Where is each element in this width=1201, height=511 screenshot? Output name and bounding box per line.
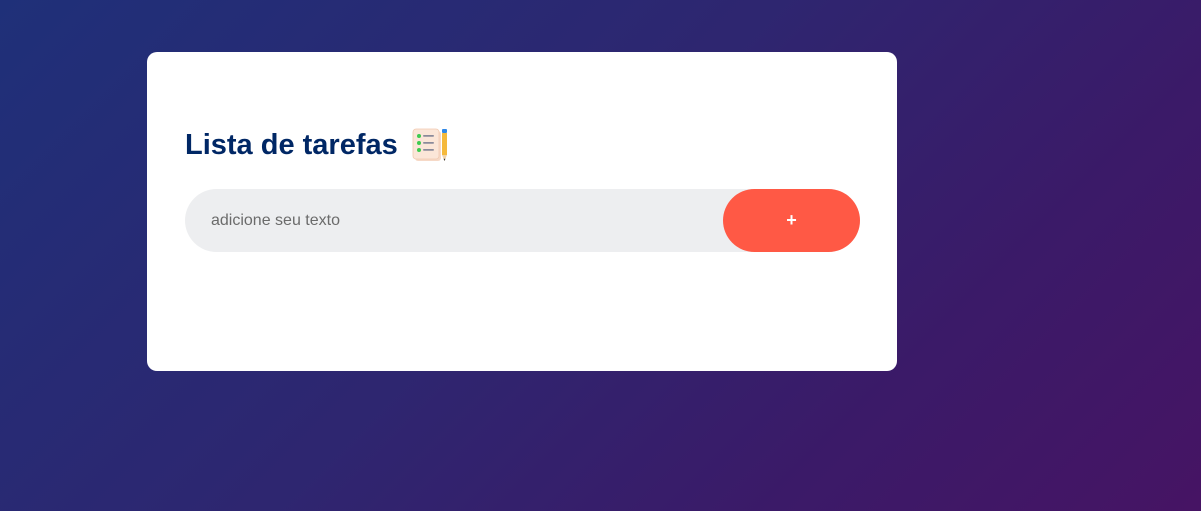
- notepad-checklist-pencil-icon: [412, 128, 447, 161]
- task-input[interactable]: [211, 189, 711, 252]
- title-row: Lista de tarefas: [185, 126, 450, 164]
- todo-card: Lista de tarefas +: [147, 52, 897, 371]
- page-title: Lista de tarefas: [185, 128, 398, 161]
- add-task-button[interactable]: +: [723, 189, 860, 252]
- add-task-form: +: [185, 189, 860, 252]
